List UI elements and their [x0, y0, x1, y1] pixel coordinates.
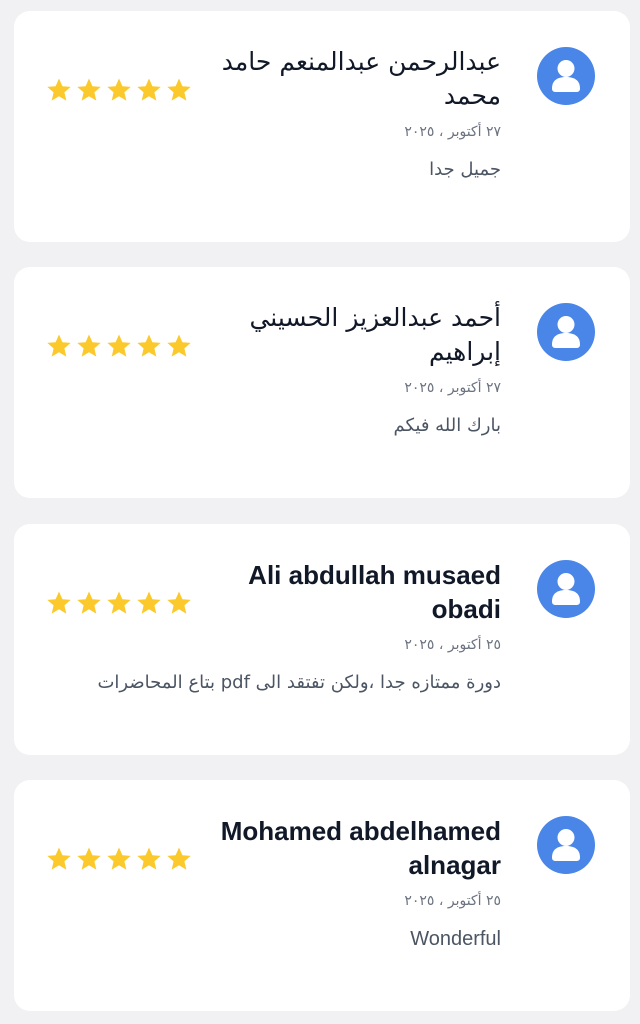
user-avatar-icon: [536, 46, 596, 106]
reviewer-name: عبدالرحمن عبدالمنعم حامد محمد: [221, 47, 501, 110]
star-icon: [47, 334, 71, 357]
star-rating: [46, 846, 192, 874]
star-icon: [137, 591, 161, 614]
star-icon: [137, 847, 161, 870]
review-comment: جميل جدا: [429, 159, 501, 180]
user-avatar-icon: [536, 302, 596, 362]
user-avatar-icon: [536, 559, 596, 619]
reviewer-name: Mohamed abdelhamed alnagar: [220, 816, 501, 880]
star-icon: [107, 78, 131, 101]
star-rating: [46, 590, 192, 618]
star-icon: [107, 847, 131, 870]
review-date: ٢٥ أكتوبر ، ٢٠٢٥: [404, 893, 501, 909]
star-icon: [77, 591, 101, 614]
star-icon: [47, 591, 71, 614]
review-comment: دورة ممتازه جدا ،ولكن تفتقد الى pdf بتاع…: [97, 672, 501, 693]
star-icon: [47, 847, 71, 870]
star-rating: [46, 77, 192, 105]
reviewer-name: أحمد عبدالعزيز الحسيني إبراهيم: [249, 303, 501, 366]
review-date: ٢٥ أكتوبر ، ٢٠٢٥: [404, 637, 501, 653]
review-card: Mohamed abdelhamed alnagar ٢٥ أكتوبر ، ٢…: [14, 780, 630, 1011]
user-avatar-icon: [536, 815, 596, 875]
review-card: Ali abdullah musaed obadi ٢٥ أكتوبر ، ٢٠…: [14, 524, 630, 755]
review-card: عبدالرحمن عبدالمنعم حامد محمد ٢٧ أكتوبر …: [14, 11, 630, 242]
star-rating: [46, 333, 192, 361]
review-date: ٢٧ أكتوبر ، ٢٠٢٥: [404, 380, 501, 396]
review-list: عبدالرحمن عبدالمنعم حامد محمد ٢٧ أكتوبر …: [0, 0, 640, 1024]
review-comment: بارك الله فيكم: [393, 415, 501, 436]
star-icon: [77, 334, 101, 357]
star-icon: [47, 78, 71, 101]
star-icon: [77, 847, 101, 870]
star-icon: [107, 591, 131, 614]
reviewer-name: Ali abdullah musaed obadi: [248, 560, 501, 624]
review-comment: Wonderful: [410, 928, 501, 950]
star-icon: [167, 78, 191, 101]
review-date: ٢٧ أكتوبر ، ٢٠٢٥: [404, 124, 501, 140]
star-icon: [167, 591, 191, 614]
star-icon: [167, 334, 191, 357]
star-icon: [107, 334, 131, 357]
star-icon: [77, 78, 101, 101]
star-icon: [137, 78, 161, 101]
review-card: أحمد عبدالعزيز الحسيني إبراهيم ٢٧ أكتوبر…: [14, 267, 630, 498]
star-icon: [137, 334, 161, 357]
star-icon: [167, 847, 191, 870]
